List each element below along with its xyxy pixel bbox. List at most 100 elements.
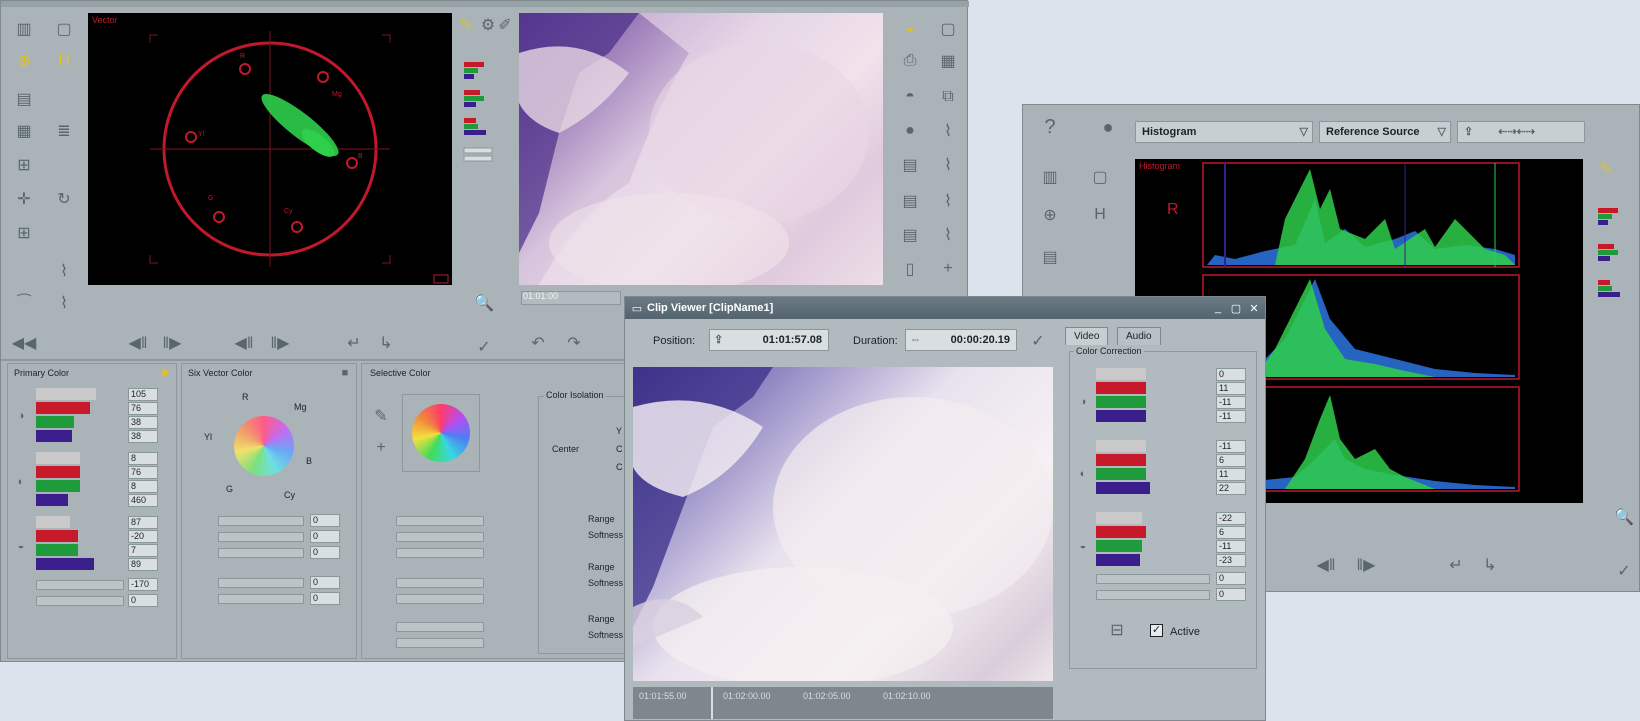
- pc-value-4[interactable]: 38: [128, 430, 158, 443]
- minimize-icon[interactable]: _: [1209, 297, 1227, 319]
- level-bars-icon-1[interactable]: ▤: [897, 153, 923, 177]
- hist-rgb-icon-2[interactable]: [1593, 241, 1633, 265]
- curve-shape-2-icon[interactable]: ⌇: [935, 153, 961, 177]
- cc-value-11[interactable]: -11: [1216, 540, 1246, 553]
- hist-eyedropper-icon[interactable]: ✎: [1593, 157, 1619, 181]
- hist-parade-icon[interactable]: ▤: [1037, 245, 1063, 269]
- sv-track-2[interactable]: [218, 532, 304, 542]
- waveform-icon[interactable]: ▥: [11, 17, 37, 41]
- hist-step-fwd-icon[interactable]: ‖▶: [1353, 553, 1379, 577]
- vector-target-icon[interactable]: ⊕: [11, 49, 37, 73]
- cc-compare-icon[interactable]: ⊟: [1104, 618, 1130, 642]
- hist-rgb-icon-3[interactable]: [1593, 277, 1633, 301]
- hist-check-icon[interactable]: ✓: [1611, 559, 1637, 583]
- cc-value-5[interactable]: -11: [1216, 440, 1246, 453]
- cc-value-3[interactable]: -11: [1216, 396, 1246, 409]
- sphere-icon[interactable]: ●: [897, 119, 923, 143]
- pc-hue-track[interactable]: [36, 596, 124, 606]
- frame-icon[interactable]: ▢: [51, 17, 77, 41]
- redo-icon[interactable]: ↷: [561, 331, 587, 355]
- hist-rgb-icon-1[interactable]: [1593, 205, 1633, 229]
- sel-track-2[interactable]: [396, 532, 484, 542]
- cc-value-10[interactable]: 6: [1216, 526, 1246, 539]
- loop-dropdown[interactable]: ⇪ ⇠⇢⇠⇢: [1457, 121, 1585, 143]
- crosshair-sel-icon[interactable]: +: [368, 436, 394, 460]
- pc-value-3[interactable]: 38: [128, 416, 158, 429]
- pc-sat-track[interactable]: [36, 580, 124, 590]
- pencil-icon[interactable]: ✐: [497, 13, 513, 37]
- zoom-icon[interactable]: 🔍: [471, 291, 497, 315]
- hist-zoom-icon[interactable]: 🔍: [1611, 505, 1637, 529]
- pc-value-14[interactable]: 0: [128, 594, 158, 607]
- prev-icon[interactable]: ◀◀: [11, 331, 37, 355]
- hist-mark-in-icon[interactable]: ↵: [1443, 553, 1469, 577]
- step-fwd-icon[interactable]: ‖▶: [159, 331, 185, 355]
- primary-color-indicator-icon[interactable]: ■: [156, 364, 174, 382]
- tab-audio[interactable]: Audio: [1117, 327, 1161, 345]
- hist-mark-out-icon[interactable]: ↳: [1477, 553, 1503, 577]
- sel-track-6[interactable]: [396, 622, 484, 632]
- gamma-icon[interactable]: ◓: [897, 85, 923, 109]
- curve-shape-3-icon[interactable]: ⌇: [935, 189, 961, 213]
- hue-icon[interactable]: H: [51, 49, 77, 73]
- plus-icon[interactable]: +: [935, 257, 961, 281]
- sv-value-4[interactable]: 0: [310, 576, 340, 589]
- histogram-icon[interactable]: ▦: [11, 119, 37, 143]
- curve-shape-icon[interactable]: ⌇: [935, 119, 961, 143]
- histogram-dropdown[interactable]: Histogram ▽: [1135, 121, 1313, 143]
- cc-value-8[interactable]: 22: [1216, 482, 1246, 495]
- pc-value-10[interactable]: -20: [128, 530, 158, 543]
- pc-value-2[interactable]: 76: [128, 402, 158, 415]
- rgb-parade-icon[interactable]: ▤: [11, 87, 37, 111]
- sv-value-3[interactable]: 0: [310, 546, 340, 559]
- hist-target-icon[interactable]: ⊕: [1037, 203, 1063, 227]
- curve-tool-2-icon[interactable]: ⌇: [51, 291, 77, 315]
- sel-track-3[interactable]: [396, 548, 484, 558]
- pc-value-1[interactable]: 105: [128, 388, 158, 401]
- level-bars-icon-3[interactable]: ▤: [897, 223, 923, 247]
- sel-track-7[interactable]: [396, 638, 484, 648]
- eyedropper-sel-icon[interactable]: ✎: [368, 404, 394, 428]
- cc-value-9[interactable]: -22: [1216, 512, 1246, 525]
- cc-value-2[interactable]: 11: [1216, 382, 1246, 395]
- sv-track-1[interactable]: [218, 516, 304, 526]
- curve-icon[interactable]: ⁀: [11, 291, 37, 315]
- timeline-playhead[interactable]: [711, 687, 713, 719]
- printer-icon[interactable]: ⎙: [897, 49, 923, 73]
- cc-value-12[interactable]: -23: [1216, 554, 1246, 567]
- hist-step-back-icon[interactable]: ◀‖: [1313, 553, 1339, 577]
- position-field[interactable]: ⇪ 01:01:57.08: [709, 329, 829, 351]
- rotate-icon[interactable]: ↻: [51, 187, 77, 211]
- play-fwd-icon[interactable]: ‖▶: [267, 331, 293, 355]
- sel-track-1[interactable]: [396, 516, 484, 526]
- sel-track-5[interactable]: [396, 594, 484, 604]
- selective-wheel[interactable]: [412, 404, 470, 462]
- check-icon[interactable]: ✓: [471, 335, 497, 359]
- trash-icon[interactable]: ▯: [897, 257, 923, 281]
- pc-value-13[interactable]: -170: [128, 578, 158, 591]
- pc-value-9[interactable]: 87: [128, 516, 158, 529]
- sv-value-1[interactable]: 0: [310, 514, 340, 527]
- pc-value-6[interactable]: 76: [128, 466, 158, 479]
- cc-value-1[interactable]: 0: [1216, 368, 1246, 381]
- undo-icon[interactable]: ↶: [525, 331, 551, 355]
- sv-track-4[interactable]: [218, 578, 304, 588]
- cc-value-13[interactable]: 0: [1216, 572, 1246, 585]
- reference-source-dropdown[interactable]: Reference Source ▽: [1319, 121, 1451, 143]
- six-vector-wheel[interactable]: [234, 416, 294, 476]
- level-bars-icon-2[interactable]: ▤: [897, 189, 923, 213]
- sv-track-5[interactable]: [218, 594, 304, 604]
- quad-icon[interactable]: ⊞: [11, 221, 37, 245]
- active-checkbox[interactable]: ✓: [1150, 624, 1163, 637]
- grid-icon[interactable]: ⊞: [11, 153, 37, 177]
- cc-sat-track[interactable]: [1096, 574, 1210, 584]
- help-icon[interactable]: ?: [1037, 115, 1063, 139]
- step-back-icon[interactable]: ◀‖: [125, 331, 151, 355]
- crosshair-icon[interactable]: ✛: [11, 187, 37, 211]
- hist-frame-icon[interactable]: ▢: [1087, 165, 1113, 189]
- rgb-balance-icon-2[interactable]: [459, 87, 499, 111]
- cc-value-7[interactable]: 11: [1216, 468, 1246, 481]
- cc-value-14[interactable]: 0: [1216, 588, 1246, 601]
- copy-icon[interactable]: ⧉: [935, 85, 961, 109]
- hist-hue-icon[interactable]: H: [1087, 203, 1113, 227]
